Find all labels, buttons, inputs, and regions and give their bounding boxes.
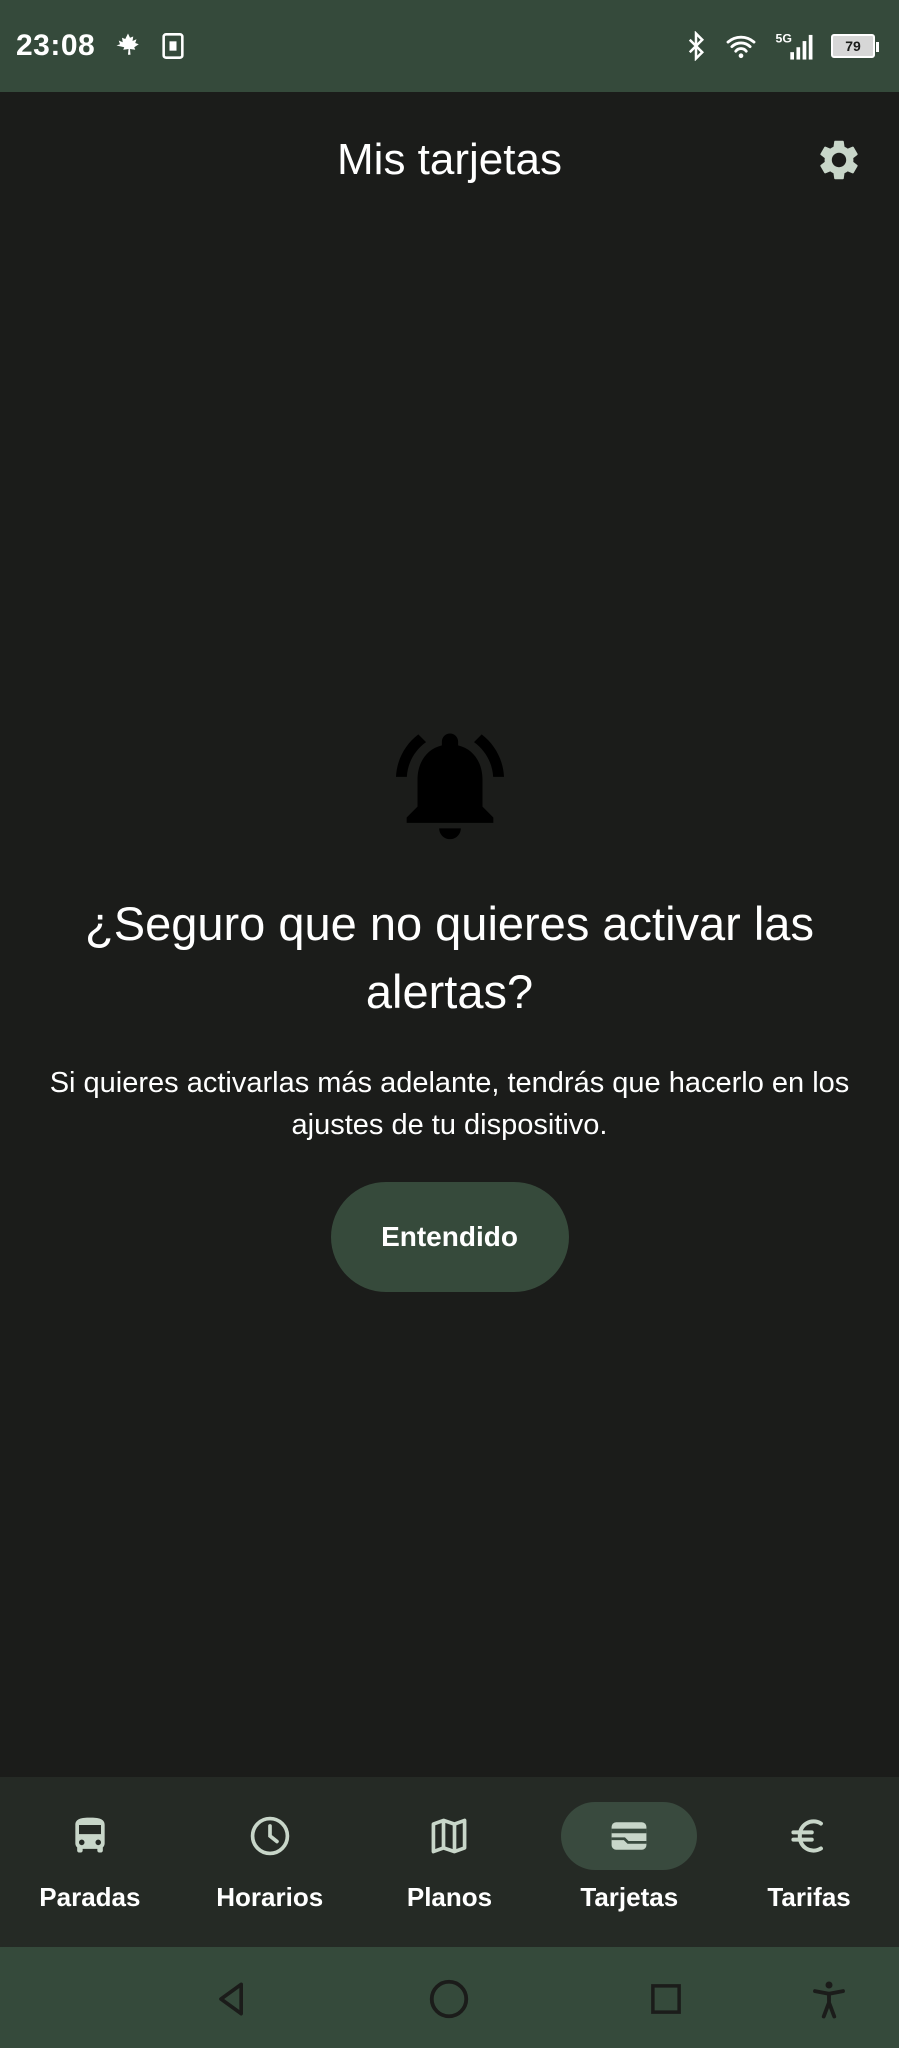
status-time: 23:08	[16, 29, 96, 62]
home-circle-icon	[429, 1979, 469, 2019]
nav-pill	[22, 1802, 158, 1870]
card-icon	[611, 1822, 647, 1850]
nav-label-tarifas: Tarifas	[767, 1882, 851, 1912]
dialog-heading: ¿Seguro que no quieres activar las alert…	[85, 897, 814, 1018]
back-triangle-icon	[219, 1982, 243, 2016]
sim-card-icon	[161, 32, 185, 60]
settings-button[interactable]	[811, 132, 867, 188]
nav-pill	[381, 1802, 517, 1870]
nav-label-planos: Planos	[406, 1882, 493, 1912]
bottom-nav: Paradas Horarios Planos Tarjetas Tarifas	[0, 1777, 899, 1947]
recents-square-icon	[651, 1984, 681, 2014]
home-button[interactable]	[419, 1969, 479, 2029]
accessibility-icon	[813, 1981, 845, 2019]
map-icon	[432, 1818, 467, 1854]
nav-item-tarjetas[interactable]: Tarjetas	[539, 1777, 719, 1913]
nav-pill	[741, 1802, 877, 1870]
alerts-dialog: ¿Seguro que no quieres activar las alert…	[0, 720, 899, 1292]
signal-icon: 5G	[775, 30, 813, 62]
maple-leaf-icon	[113, 31, 143, 61]
nav-label-paradas: Paradas	[39, 1882, 141, 1912]
battery-level: 79	[845, 38, 861, 54]
battery-icon: 79	[831, 34, 879, 58]
gear-icon	[820, 140, 858, 180]
app-bar: Mis tarjetas	[0, 92, 899, 227]
nav-label-tarjetas: Tarjetas	[580, 1882, 679, 1912]
wifi-icon	[725, 33, 757, 59]
nav-item-planos[interactable]: Planos	[360, 1777, 540, 1913]
nav-pill	[202, 1802, 338, 1870]
system-nav-bar	[0, 1947, 899, 2048]
status-left: 23:08	[16, 29, 185, 63]
bus-icon	[75, 1817, 105, 1853]
nav-pill-active	[561, 1802, 698, 1870]
bluetooth-icon	[685, 31, 707, 61]
back-button[interactable]	[202, 1969, 262, 2029]
nav-item-tarifas[interactable]: Tarifas	[719, 1777, 899, 1913]
bell-ringing-icon	[395, 733, 504, 840]
nav-label-horarios: Horarios	[216, 1882, 324, 1912]
nav-item-paradas[interactable]: Paradas	[0, 1777, 180, 1913]
understood-button[interactable]: Entendido	[330, 1182, 569, 1292]
nav-item-horarios[interactable]: Horarios	[180, 1777, 360, 1913]
status-bar: 23:08 5G 79	[0, 0, 899, 92]
accessibility-button[interactable]	[799, 1969, 859, 2029]
clock-icon	[250, 1816, 289, 1856]
recents-button[interactable]	[636, 1969, 696, 2029]
page-title: Mis tarjetas	[337, 134, 562, 184]
network-type-label: 5G	[776, 31, 792, 45]
dialog-message: Si quieres activarlas más adelante, tend…	[49, 1067, 850, 1141]
euro-icon	[791, 1819, 824, 1853]
status-right: 5G 79	[685, 30, 879, 62]
